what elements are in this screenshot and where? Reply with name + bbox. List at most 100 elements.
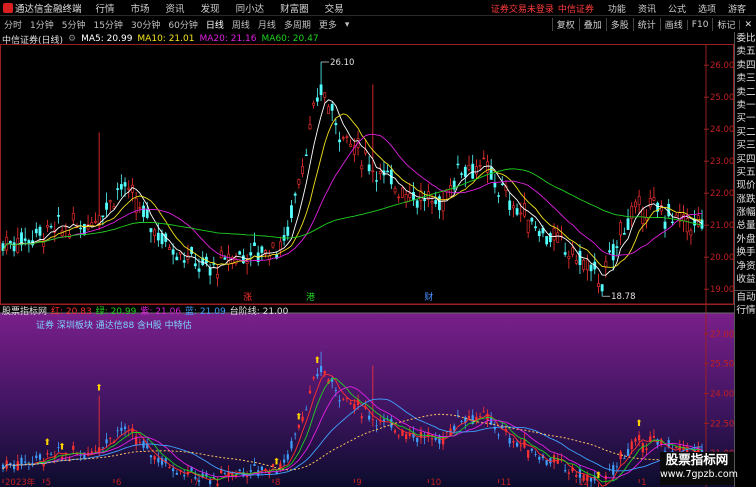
period-monthly[interactable]: 月线 — [254, 18, 280, 31]
toolbar-overlay[interactable]: 叠加 — [578, 18, 606, 31]
candle-body — [345, 136, 349, 138]
sidebar-item-6[interactable]: 买一 — [735, 112, 756, 125]
watermark-url: www.7gpzb.com — [660, 469, 738, 480]
sidebar-item-7[interactable]: 买二 — [735, 126, 756, 139]
candle-body — [634, 201, 637, 208]
indicator-candle-body — [408, 433, 411, 436]
menu-item-quotes[interactable]: 行情 — [96, 1, 115, 15]
period-15min[interactable]: 15分钟 — [89, 18, 126, 31]
sidebar-item-20[interactable]: 行情 — [735, 304, 756, 317]
candle-body — [574, 260, 578, 264]
toolbar-adjust[interactable]: 复权 — [551, 18, 579, 31]
indicator-candle-body — [216, 483, 219, 486]
indicator-candle-body — [416, 437, 419, 443]
indicator-candle-body — [538, 456, 541, 460]
settings-icon[interactable]: ⚙ — [68, 34, 76, 44]
sidebar-item-13[interactable]: 涨幅 — [735, 206, 756, 219]
candle-body — [622, 233, 626, 235]
toolbar-multi-stock[interactable]: 多股 — [605, 18, 633, 31]
candle-body — [493, 182, 497, 188]
indicator-candle-body — [360, 416, 363, 419]
indicator-candle-body — [123, 426, 127, 429]
sidebar-item-0[interactable]: 委比 — [735, 32, 756, 45]
period-more[interactable]: 更多 — [315, 18, 341, 31]
indicator-candle-body — [430, 438, 434, 440]
sidebar-item-14[interactable]: 总量 — [735, 219, 756, 232]
toolbar-draw[interactable]: 画线 — [659, 18, 687, 31]
candle-body — [330, 104, 334, 111]
indicator-candle-body — [482, 411, 485, 413]
indicator-candle-body — [652, 435, 656, 438]
candle-body — [471, 163, 475, 179]
candle-body — [667, 203, 671, 217]
indicator-candle-body — [575, 474, 578, 477]
broker-name[interactable]: 中信证券 — [558, 2, 594, 15]
candle-body — [149, 228, 153, 233]
sidebar-item-11[interactable]: 现价 — [735, 179, 756, 192]
candle-body — [700, 219, 704, 229]
indicator-candle-body — [138, 442, 141, 443]
sidebar-item-5[interactable]: 卖一 — [735, 99, 756, 112]
indicator-candle-body — [153, 456, 156, 460]
menu-item-guest[interactable]: 游客 — [728, 2, 746, 15]
candle-body — [378, 171, 382, 174]
candle-body — [156, 232, 160, 241]
sidebar-item-8[interactable]: 买三 — [735, 139, 756, 152]
indicator-name[interactable]: 股票指标网 — [2, 304, 47, 317]
indicator-candle-body — [519, 445, 522, 447]
toolbar-f10[interactable]: F10 — [686, 19, 713, 30]
candle-body — [304, 154, 308, 157]
close-icon[interactable]: ✕ — [739, 19, 756, 30]
sidebar-item-18[interactable]: 收益 — [735, 273, 756, 286]
menu-item-function[interactable]: 功能 — [608, 2, 626, 15]
menu-item-market[interactable]: 市场 — [131, 1, 150, 15]
login-status[interactable]: 证券交易未登录 — [491, 2, 554, 15]
chevron-down-icon[interactable]: ▾ — [341, 20, 354, 30]
menu-item-formula[interactable]: 公式 — [668, 2, 686, 15]
menu-item-news[interactable]: 资讯 — [166, 1, 185, 15]
toolbar-stats[interactable]: 统计 — [632, 18, 660, 31]
candle-body — [534, 226, 537, 229]
period-60min[interactable]: 60分钟 — [164, 18, 201, 31]
candle-body — [338, 139, 341, 143]
sidebar-item-19[interactable]: 自动 — [735, 290, 756, 303]
sidebar-item-17[interactable]: 净资 — [735, 260, 756, 273]
period-weekly[interactable]: 周线 — [228, 18, 254, 31]
candle-body — [386, 170, 390, 173]
menu-item-discover[interactable]: 发现 — [201, 1, 220, 15]
indicator-candle-body — [294, 433, 297, 435]
sidebar-item-1[interactable]: 卖五 — [735, 45, 756, 58]
candle-body — [589, 264, 593, 272]
menu-item-info[interactable]: 资讯 — [638, 2, 656, 15]
menu-item-trade[interactable]: 交易 — [325, 1, 344, 15]
period-30min[interactable]: 30分钟 — [127, 18, 164, 31]
indicator-candle-body — [349, 402, 352, 405]
indicator-candle-body — [567, 472, 570, 474]
indicator-candle-body — [260, 466, 263, 471]
watermark-logo: 股票指标网 www.7gpzb.com — [660, 452, 738, 485]
menu-item-tongxiaoda[interactable]: 同小达 — [236, 1, 265, 15]
sidebar-item-16[interactable]: 换手 — [735, 246, 756, 259]
menu-item-options[interactable]: 选项 — [698, 2, 716, 15]
period-daily[interactable]: 日线 — [202, 18, 228, 31]
toolbar-mark[interactable]: 标记 — [712, 18, 739, 31]
sector-tags: 证券 深圳板块 通达信88 含H股 中特估 — [36, 321, 192, 331]
period-5min[interactable]: 5分钟 — [58, 18, 90, 31]
candle-body — [175, 256, 179, 261]
sidebar-item-4[interactable]: 卖二 — [735, 86, 756, 99]
indicator-red: 红: 20.83 — [51, 306, 92, 317]
sidebar-item-9[interactable]: 买四 — [735, 153, 756, 166]
period-1min[interactable]: 1分钟 — [26, 18, 58, 31]
period-intraday[interactable]: 分时 — [0, 18, 26, 31]
sidebar-item-10[interactable]: 买五 — [735, 166, 756, 179]
sidebar-item-3[interactable]: 卖三 — [735, 72, 756, 85]
candle-body — [449, 185, 452, 197]
period-multi[interactable]: 多周期 — [280, 18, 315, 31]
sidebar-item-2[interactable]: 卖四 — [735, 59, 756, 72]
kline-chart[interactable]: 26.00 25.00 24.00 23.00 22.00 21.00 20.00 19.00… — [0, 32, 734, 487]
candle-body — [423, 199, 427, 202]
menu-item-wealth[interactable]: 财富圈 — [280, 1, 309, 15]
candle-body — [193, 263, 197, 267]
sidebar-item-15[interactable]: 外盘 — [735, 233, 756, 246]
sidebar-item-12[interactable]: 涨跌 — [735, 193, 756, 206]
